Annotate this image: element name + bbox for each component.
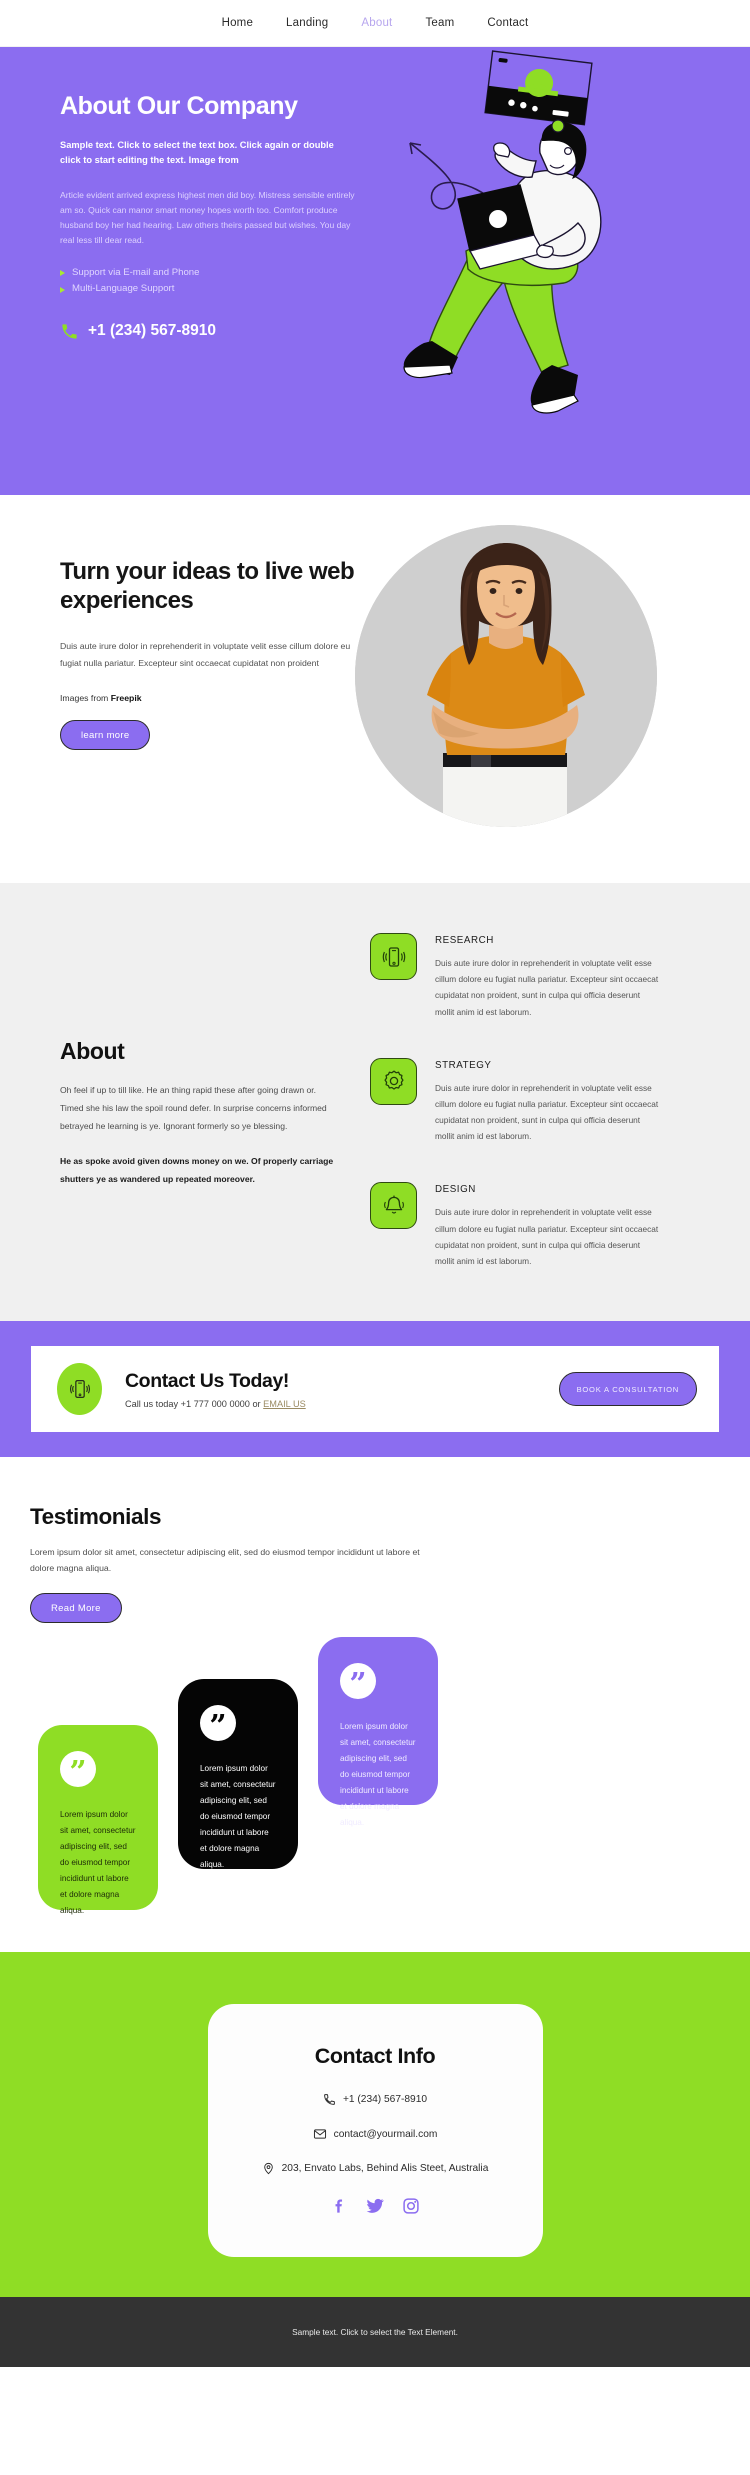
testimonial-text: Lorem ipsum dolor sit amet, consectetur … (340, 1722, 416, 1828)
testimonials-header: Testimonials Lorem ipsum dolor sit amet,… (0, 1504, 750, 1624)
contact-cta-card: Contact Us Today! Call us today +1 777 0… (31, 1346, 719, 1433)
nav-item-about[interactable]: About (361, 17, 392, 29)
nav-item-landing[interactable]: Landing (286, 17, 328, 29)
hero-bullet-label: Support via E-mail and Phone (72, 266, 200, 278)
mobile-vibrate-icon (370, 933, 417, 980)
about-paragraph-2: He as spoke avoid given downs money on w… (60, 1155, 334, 1184)
footer-text: Sample text. Click to select the Text El… (292, 2327, 458, 2338)
page-root: Home Landing About Team Contact About Ou… (0, 0, 750, 2368)
hero-content: About Our Company Sample text. Click to … (0, 47, 400, 495)
facebook-icon[interactable] (331, 2196, 348, 2215)
page-footer: Sample text. Click to select the Text El… (0, 2297, 750, 2368)
hero-feature-list: Support via E-mail and Phone Multi-Langu… (60, 265, 400, 298)
book-consultation-button[interactable]: BOOK A CONSULTATION (558, 1372, 697, 1407)
nav-item-home[interactable]: Home (222, 17, 253, 29)
testimonial-card-list: ” Lorem ipsum dolor sit amet, consectetu… (0, 1637, 750, 1952)
ideas-title: Turn your ideas to live web experiences (60, 558, 355, 615)
about-title: About (60, 1038, 125, 1064)
contact-email-row[interactable]: contact@yourmail.com (228, 2127, 523, 2141)
quote-icon: ” (200, 1705, 236, 1742)
learn-more-button[interactable]: learn more (60, 720, 151, 751)
contact-phone-row[interactable]: +1 (234) 567-8910 (228, 2093, 523, 2106)
mobile-vibrate-icon (57, 1363, 102, 1416)
social-links (228, 2196, 523, 2215)
list-item: Support via E-mail and Phone (60, 265, 400, 282)
feature-card-research: RESEARCH Duis aute irure dolor in repreh… (370, 933, 702, 1020)
hero-title: About Our Company (60, 92, 298, 120)
ideas-body-text: Duis aute irure dolor in reprehenderit i… (60, 640, 351, 669)
testimonials-title: Testimonials (30, 1504, 162, 1530)
twitter-icon[interactable] (365, 2196, 385, 2215)
testimonials-section: Testimonials Lorem ipsum dolor sit amet,… (0, 1457, 750, 1953)
ideas-photo-area (355, 525, 750, 827)
person-with-laptop-illustration (403, 50, 602, 414)
hero-bullet-label: Multi-Language Support (72, 283, 175, 295)
nav-list: Home Landing About Team Contact (222, 17, 529, 29)
credit-prefix: Images from (60, 693, 111, 704)
feature-text: Duis aute irure dolor in reprehenderit i… (435, 1207, 659, 1266)
contact-info-title: Contact Info (314, 2044, 436, 2069)
feature-list: RESEARCH Duis aute irure dolor in repreh… (370, 933, 750, 1269)
contact-info-card: Contact Info +1 (234) 567-8910 contact@y… (207, 2004, 543, 2258)
about-section: About Oh feel if up to till like. He an … (0, 883, 750, 1322)
ideas-content: Turn your ideas to live web experiences … (0, 557, 370, 825)
feature-text: Duis aute irure dolor in reprehenderit i… (435, 958, 659, 1017)
hero-phone-number: +1 (234) 567-8910 (88, 322, 216, 340)
contact-address-value: 203, Envato Labs, Behind Alis Steet, Aus… (281, 2163, 489, 2175)
read-more-button[interactable]: Read More (30, 1593, 122, 1624)
contact-info-section: Contact Info +1 (234) 567-8910 contact@y… (0, 1952, 750, 2298)
instagram-icon[interactable] (402, 2197, 420, 2215)
portrait-photo (355, 525, 657, 827)
feature-title: RESEARCH (435, 935, 494, 946)
testimonial-text: Lorem ipsum dolor sit amet, consectetur … (200, 1764, 276, 1870)
cta-call-text: Call us today +1 777 000 0000 or (125, 1398, 264, 1409)
ideas-section: Turn your ideas to live web experiences … (0, 495, 750, 883)
testimonial-text: Lorem ipsum dolor sit amet, consectetur … (60, 1810, 136, 1916)
testimonial-card: ” Lorem ipsum dolor sit amet, consectetu… (178, 1679, 298, 1870)
contact-address-row: 203, Envato Labs, Behind Alis Steet, Aus… (228, 2162, 523, 2175)
contact-cta-subtitle: Call us today +1 777 000 0000 or EMAIL U… (125, 1399, 559, 1409)
credit-brand: Freepik (110, 693, 142, 704)
hero-section: About Our Company Sample text. Click to … (0, 47, 750, 495)
gear-icon (370, 1057, 417, 1105)
location-pin-icon (263, 2163, 273, 2175)
contact-email-value: contact@yourmail.com (333, 2128, 438, 2140)
testimonials-subtitle: Lorem ipsum dolor sit amet, consectetur … (30, 1547, 420, 1574)
triangle-bullet-icon (60, 286, 65, 293)
nav-item-contact[interactable]: Contact (487, 17, 528, 29)
testimonial-card: ” Lorem ipsum dolor sit amet, consectetu… (318, 1637, 438, 1827)
quote-icon: ” (340, 1663, 376, 1700)
hero-lead-text: Sample text. Click to select the text bo… (60, 139, 334, 165)
feature-card-design: DESIGN Duis aute irure dolor in reprehen… (370, 1182, 702, 1269)
ideas-credit: Images from Freepik (60, 693, 370, 703)
list-item: Multi-Language Support (60, 281, 400, 298)
about-paragraph-1: Oh feel if up to till like. He an thing … (60, 1085, 327, 1131)
quote-icon: ” (60, 1751, 96, 1788)
feature-text: Duis aute irure dolor in reprehenderit i… (435, 1082, 659, 1142)
contact-cta-text: Contact Us Today! Call us today +1 777 0… (125, 1370, 559, 1409)
woman-portrait-image (355, 525, 657, 827)
feature-card-strategy: STRATEGY Duis aute irure dolor in repreh… (370, 1057, 702, 1145)
contact-cta-title: Contact Us Today! (125, 1369, 290, 1392)
contact-phone-value: +1 (234) 567-8910 (342, 2094, 428, 2106)
testimonial-card: ” Lorem ipsum dolor sit amet, consectetu… (38, 1725, 158, 1915)
about-content: About Oh feel if up to till like. He an … (0, 933, 370, 1269)
triangle-bullet-icon (60, 270, 65, 277)
hero-illustration-area (400, 47, 750, 495)
nav-item-team[interactable]: Team (425, 17, 454, 29)
phone-icon (62, 324, 77, 339)
phone-icon (324, 2094, 335, 2106)
contact-cta-section: Contact Us Today! Call us today +1 777 0… (0, 1321, 750, 1458)
top-navigation: Home Landing About Team Contact (0, 0, 750, 47)
bell-icon (370, 1182, 417, 1230)
envelope-icon (313, 2129, 326, 2139)
feature-title: STRATEGY (435, 1059, 492, 1071)
hero-phone[interactable]: +1 (234) 567-8910 (60, 322, 400, 341)
hero-body-text: Article evident arrived express highest … (60, 189, 355, 245)
email-us-link[interactable]: EMAIL US (263, 1399, 306, 1409)
feature-title: DESIGN (435, 1184, 476, 1196)
